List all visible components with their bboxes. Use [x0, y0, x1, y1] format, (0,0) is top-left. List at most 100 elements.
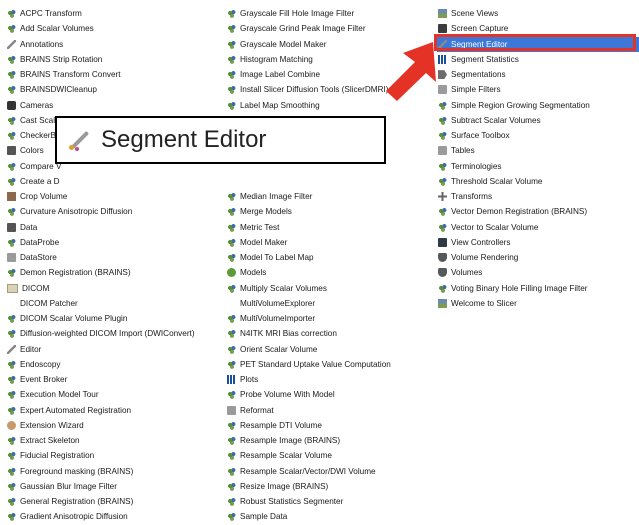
- doc-icon: [7, 283, 18, 293]
- module-item-gradient-anisotropic-diffusion[interactable]: Gradient Anisotropic Diffusion: [6, 509, 216, 524]
- module-item-event-broker[interactable]: Event Broker: [6, 372, 216, 387]
- module-item-segment-statistics[interactable]: Segment Statistics: [437, 52, 639, 67]
- module-item-histogram-matching[interactable]: Histogram Matching: [226, 52, 426, 67]
- module-item-multivolumeimporter[interactable]: MultiVolumeImporter: [226, 311, 426, 326]
- module-item-dicom-scalar-volume-plugin[interactable]: DICOM Scalar Volume Plugin: [6, 311, 216, 326]
- module-item-create-a-d[interactable]: Create a D: [6, 174, 216, 189]
- gear-icon: [7, 390, 16, 400]
- module-item-resample-image-brains[interactable]: Resample Image (BRAINS): [226, 433, 426, 448]
- module-item-vector-to-scalar-volume[interactable]: Vector to Scalar Volume: [437, 220, 639, 235]
- module-item-grayscale-fill-hole-image-filter[interactable]: Grayscale Fill Hole Image Filter: [226, 6, 426, 21]
- module-item-pet-standard-uptake-value-computation[interactable]: PET Standard Uptake Value Computation: [226, 357, 426, 372]
- module-item-label: Resample Scalar Volume: [240, 451, 332, 461]
- module-item-dicom-patcher[interactable]: DICOM Patcher: [6, 296, 216, 311]
- module-item-demon-registration-brains[interactable]: Demon Registration (BRAINS): [6, 265, 216, 280]
- module-item-resize-image-brains[interactable]: Resize Image (BRAINS): [226, 479, 426, 494]
- module-item-multiply-scalar-volumes[interactable]: Multiply Scalar Volumes: [226, 281, 426, 296]
- module-item-general-registration-brains[interactable]: General Registration (BRAINS): [6, 494, 216, 509]
- module-item-grayscale-grind-peak-image-filter[interactable]: Grayscale Grind Peak Image Filter: [226, 21, 426, 36]
- scene-icon: [438, 298, 447, 308]
- module-item-label: Expert Automated Registration: [20, 405, 132, 415]
- module-item-label: Grayscale Model Maker: [240, 39, 327, 49]
- module-item-view-controllers[interactable]: View Controllers: [437, 235, 639, 250]
- module-item-welcome-to-slicer[interactable]: Welcome to Slicer: [437, 296, 639, 311]
- module-item-robust-statistics-segmenter[interactable]: Robust Statistics Segmenter: [226, 494, 426, 509]
- module-item-brainsdwicleanup[interactable]: BRAINSDWICleanup: [6, 82, 216, 97]
- module-item-brains-transform-convert[interactable]: BRAINS Transform Convert: [6, 67, 216, 82]
- module-item-annotations[interactable]: Annotations: [6, 37, 216, 52]
- module-item-label: Resample Image (BRAINS): [240, 436, 341, 445]
- module-item-diffusion-weighted-dicom-import-dwiconvert[interactable]: Diffusion-weighted DICOM Import (DWIConv…: [6, 326, 216, 341]
- module-item-model-maker[interactable]: Model Maker: [226, 235, 426, 250]
- module-item-label: Event Broker: [20, 375, 68, 384]
- module-item-endoscopy[interactable]: Endoscopy: [6, 357, 216, 372]
- module-item-datastore[interactable]: DataStore: [6, 250, 216, 265]
- gear-icon: [438, 161, 447, 171]
- module-item-segment-editor[interactable]: Segment Editor: [437, 36, 639, 52]
- bars-icon: [227, 375, 236, 385]
- module-item-grayscale-model-maker[interactable]: Grayscale Model Maker: [226, 37, 426, 52]
- gear-icon: [7, 237, 16, 247]
- module-item-median-image-filter[interactable]: Median Image Filter: [226, 189, 426, 204]
- module-item-label: BRAINSDWICleanup: [20, 85, 97, 95]
- module-item-label-map-smoothing[interactable]: Label Map Smoothing: [226, 98, 426, 113]
- module-item-voting-binary-hole-filling-image-filter[interactable]: Voting Binary Hole Filling Image Filter: [437, 281, 639, 296]
- module-item-tables[interactable]: Tables: [437, 143, 639, 158]
- module-item-volumes[interactable]: Volumes: [437, 265, 639, 280]
- module-item-simple-region-growing-segmentation[interactable]: Simple Region Growing Segmentation: [437, 98, 639, 113]
- module-item-label: Segment Editor: [451, 39, 508, 49]
- module-item-simple-filters[interactable]: Simple Filters: [437, 82, 639, 97]
- module-item-brains-strip-rotation[interactable]: BRAINS Strip Rotation: [6, 52, 216, 67]
- module-item-merge-models[interactable]: Merge Models: [226, 204, 426, 219]
- module-item-label: Segmentations: [451, 70, 506, 79]
- module-item-vector-demon-registration-brains[interactable]: Vector Demon Registration (BRAINS): [437, 204, 639, 219]
- module-item-label: Grayscale Grind Peak Image Filter: [240, 24, 366, 34]
- module-item-foreground-masking-brains[interactable]: Foreground masking (BRAINS): [6, 464, 216, 479]
- module-item-add-scalar-volumes[interactable]: Add Scalar Volumes: [6, 21, 216, 36]
- module-item-volume-rendering[interactable]: Volume Rendering: [437, 250, 639, 265]
- module-item-editor[interactable]: Editor: [6, 342, 216, 357]
- module-item-metric-test[interactable]: Metric Test: [226, 220, 426, 235]
- module-item-curvature-anisotropic-diffusion[interactable]: Curvature Anisotropic Diffusion: [6, 204, 216, 219]
- module-item-label: Endoscopy: [20, 359, 61, 369]
- cross-icon: [438, 192, 447, 202]
- module-item-reformat[interactable]: Reformat: [226, 403, 426, 418]
- module-item-subtract-scalar-volumes[interactable]: Subtract Scalar Volumes: [437, 113, 639, 128]
- module-item-execution-model-tour[interactable]: Execution Model Tour: [6, 387, 216, 402]
- module-item-surface-toolbox[interactable]: Surface Toolbox: [437, 128, 639, 143]
- module-item-crop-volume[interactable]: Crop Volume: [6, 189, 216, 204]
- module-item-terminologies[interactable]: Terminologies: [437, 159, 639, 174]
- module-item-cameras[interactable]: Cameras: [6, 98, 216, 113]
- module-item-resample-dti-volume[interactable]: Resample DTI Volume: [226, 418, 426, 433]
- module-item-segmentations[interactable]: Segmentations: [437, 67, 639, 82]
- module-item-fiducial-registration[interactable]: Fiducial Registration: [6, 448, 216, 463]
- module-item-label: Robust Statistics Segmenter: [240, 497, 344, 506]
- module-item-extract-skeleton[interactable]: Extract Skeleton: [6, 433, 216, 448]
- module-item-resample-scalar-vector-dwi-volume[interactable]: Resample Scalar/Vector/DWI Volume: [226, 464, 426, 479]
- module-item-image-label-combine[interactable]: Image Label Combine: [226, 67, 426, 82]
- module-item-extension-wizard[interactable]: Extension Wizard: [6, 418, 216, 433]
- module-item-install-slicer-diffusion-tools-slicerdmri[interactable]: Install Slicer Diffusion Tools (SlicerDM…: [226, 82, 426, 97]
- module-item-sample-data[interactable]: Sample Data: [226, 509, 426, 524]
- module-item-label: Diffusion-weighted DICOM Import (DWIConv…: [20, 329, 195, 339]
- module-item-scene-views[interactable]: Scene Views: [437, 6, 639, 21]
- module-item-multivolumeexplorer[interactable]: MultiVolumeExplorer: [226, 296, 426, 311]
- module-item-orient-scalar-volume[interactable]: Orient Scalar Volume: [226, 342, 426, 357]
- module-item-model-to-label-map[interactable]: Model To Label Map: [226, 250, 426, 265]
- module-item-screen-capture[interactable]: Screen Capture: [437, 21, 639, 36]
- module-item-data[interactable]: Data: [6, 220, 216, 235]
- module-item-resample-scalar-volume[interactable]: Resample Scalar Volume: [226, 448, 426, 463]
- module-item-threshold-scalar-volume[interactable]: Threshold Scalar Volume: [437, 174, 639, 189]
- module-item-dataprobe[interactable]: DataProbe: [6, 235, 216, 250]
- module-item-expert-automated-registration[interactable]: Expert Automated Registration: [6, 403, 216, 418]
- module-item-n4itk-mri-bias-correction[interactable]: N4ITK MRI Bias correction: [226, 326, 426, 341]
- module-item-label: Histogram Matching: [240, 54, 313, 64]
- module-item-plots[interactable]: Plots: [226, 372, 426, 387]
- module-item-gaussian-blur-image-filter[interactable]: Gaussian Blur Image Filter: [6, 479, 216, 494]
- module-item-acpc-transform[interactable]: ACPC Transform: [6, 6, 216, 21]
- module-item-models[interactable]: Models: [226, 265, 426, 280]
- module-item-probe-volume-with-model[interactable]: Probe Volume With Model: [226, 387, 426, 402]
- module-item-transforms[interactable]: Transforms: [437, 189, 639, 204]
- module-item-dicom[interactable]: DICOM: [6, 281, 216, 296]
- gear-icon: [227, 420, 236, 430]
